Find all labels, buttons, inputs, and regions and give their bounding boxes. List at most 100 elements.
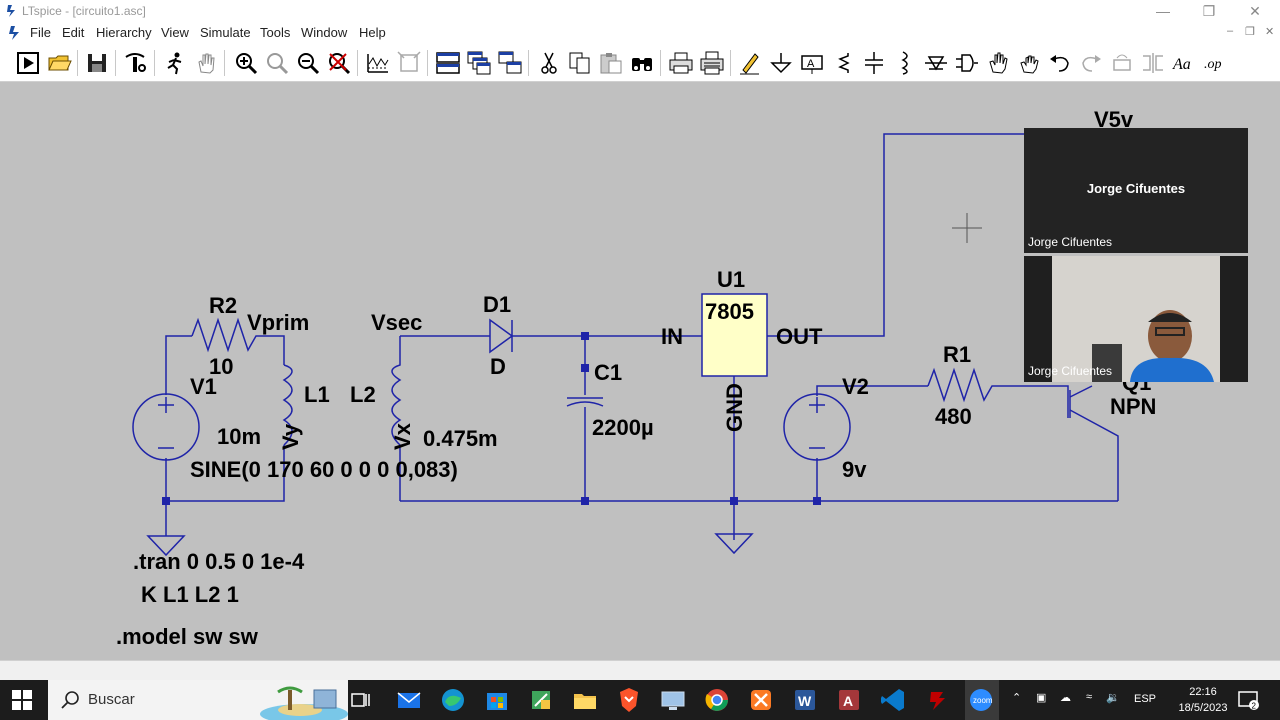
snip-icon[interactable] [525,684,557,716]
text-icon[interactable]: Aa [1171,50,1197,76]
access-icon[interactable]: A [833,684,865,716]
explorer-icon[interactable] [569,684,601,716]
vscode-icon[interactable] [877,684,909,716]
ground-icon[interactable] [768,50,794,76]
tile-horizontal-icon[interactable] [435,50,461,76]
c1-capacitor-symbol[interactable] [566,397,604,407]
waveform-icon[interactable] [365,50,391,76]
autorange-icon[interactable] [396,50,422,76]
xampp-icon[interactable] [745,684,777,716]
zoom-cancel-icon[interactable] [326,50,352,76]
app-root: LTspice - [circuito1.asc] — ❐ ✕ File Edi… [0,0,1280,720]
paste-icon[interactable] [598,50,624,76]
move-icon[interactable] [985,50,1011,76]
zoom-icon[interactable]: zoom [965,680,999,720]
status-bar [0,660,1280,680]
menu-hierarchy[interactable]: Hierarchy [96,25,152,40]
menu-simulate[interactable]: Simulate [200,25,251,40]
mdi-restore-button[interactable]: ❐ [1245,25,1255,38]
search-highlight-illustration [260,686,348,720]
inductor-icon[interactable] [892,50,918,76]
q1-model: NPN [1110,394,1156,419]
label-net-icon[interactable]: A [799,50,825,76]
rotate-icon[interactable] [1109,50,1135,76]
save-icon[interactable] [84,50,110,76]
run-icon[interactable] [15,50,41,76]
model-directive[interactable]: .model sw sw [116,624,259,649]
svg-text:zoom: zoom [973,696,993,705]
windows-start-icon[interactable] [12,690,32,710]
wifi-icon[interactable]: ≈ [1086,691,1092,709]
cut-icon[interactable] [536,50,562,76]
open-icon[interactable] [46,50,72,76]
task-view-icon[interactable] [344,684,376,716]
menu-file[interactable]: File [30,25,51,40]
zoom-video-tile-name-only[interactable]: Jorge Cifuentes Jorge Cifuentes [1024,128,1248,253]
menu-window[interactable]: Window [301,25,347,40]
language-indicator[interactable]: ESP [1134,693,1156,711]
zoom-out-icon[interactable] [295,50,321,76]
onedrive-icon[interactable]: ☁ [1060,691,1071,709]
edge-icon[interactable] [437,684,469,716]
draw-wire-icon[interactable] [737,50,763,76]
diode-icon[interactable] [923,50,949,76]
svg-text:Aa: Aa [1172,56,1191,73]
menu-tools[interactable]: Tools [260,25,290,40]
pan-icon[interactable] [193,50,219,76]
menu-view[interactable]: View [161,25,189,40]
mdi-close-button[interactable]: ✕ [1265,25,1274,38]
d1-diode-symbol[interactable] [489,318,514,354]
word-icon[interactable]: W [789,684,821,716]
u1-out-pin: OUT [776,324,823,349]
v2-label: V2 [842,374,869,399]
meet-now-icon[interactable]: ▣ [1036,691,1046,709]
windows-taskbar: Buscar W A zoom ⌃ ▣ ☁ ≈ 🔉 ESP 22:16 18/5… [0,680,1280,720]
tray-overflow-icon[interactable]: ⌃ [1012,691,1021,709]
mirror-icon[interactable] [1140,50,1166,76]
print-icon[interactable] [668,50,694,76]
title-bar: LTspice - [circuito1.asc] — ❐ ✕ [0,0,1280,22]
mdi-minimize-button[interactable]: – [1227,25,1233,37]
ltspice-menu-icon[interactable] [8,25,22,41]
spice-directive-icon[interactable]: .op [1202,50,1228,76]
v1-sine-value: SINE(0 170 60 0 0 0 0,083) [190,457,458,482]
notification-count: 2 [1252,702,1257,711]
notification-icon[interactable]: 2 [1238,690,1260,710]
brave-icon[interactable] [613,684,645,716]
coupling-directive[interactable]: K L1 L2 1 [141,582,239,607]
undo-icon[interactable] [1047,50,1073,76]
tran-directive[interactable]: .tran 0 0.5 0 1e-4 [133,549,305,574]
chrome-icon[interactable] [701,684,733,716]
resistor-icon[interactable] [830,50,856,76]
close-button[interactable]: ✕ [1240,2,1270,20]
drag-icon[interactable] [1016,50,1042,76]
v1-label: V1 [190,374,217,399]
store-icon[interactable] [481,684,513,716]
crosshair-cursor-icon [952,213,982,243]
taskbar-search-box[interactable]: Buscar [48,680,348,720]
filezilla-icon[interactable] [921,684,953,716]
copy-icon[interactable] [567,50,593,76]
menu-bar: File Edit Hierarchy View Simulate Tools … [0,22,1280,44]
minimize-button[interactable]: — [1148,2,1178,20]
system-clock[interactable]: 22:16 18/5/2023 [1168,684,1238,716]
print-setup-icon[interactable] [699,50,725,76]
menu-edit[interactable]: Edit [62,25,84,40]
cascade-icon[interactable] [466,50,492,76]
volume-icon[interactable]: 🔉 [1106,691,1120,709]
redo-icon[interactable] [1078,50,1104,76]
zoom-in-icon[interactable] [233,50,259,76]
component-icon[interactable] [954,50,980,76]
tile-vertical-icon[interactable] [497,50,523,76]
restore-button[interactable]: ❐ [1194,2,1224,20]
control-panel-icon[interactable] [122,50,148,76]
zoom-video-tile-camera[interactable]: Jorge Cifuentes [1024,256,1248,382]
pc-icon[interactable] [657,684,689,716]
capacitor-icon[interactable] [861,50,887,76]
find-icon[interactable] [629,50,655,76]
menu-help[interactable]: Help [359,25,386,40]
svg-text:.op: .op [1204,57,1222,72]
mail-icon[interactable] [393,684,425,716]
halt-icon[interactable] [162,50,188,76]
zoom-area-icon[interactable] [264,50,290,76]
